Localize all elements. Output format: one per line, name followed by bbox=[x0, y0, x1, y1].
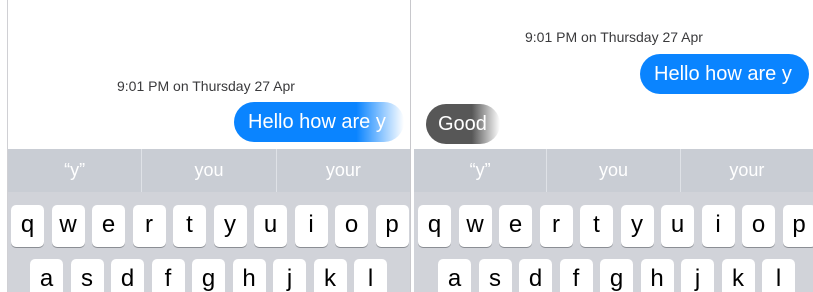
key-q[interactable]: q bbox=[418, 205, 451, 247]
key-q[interactable]: q bbox=[11, 205, 44, 247]
key-o[interactable]: o bbox=[742, 205, 775, 247]
predictive-text-bar: “y” you your bbox=[414, 149, 813, 192]
key-h[interactable]: h bbox=[640, 259, 674, 292]
key-p[interactable]: p bbox=[782, 205, 813, 247]
prediction-1[interactable]: “y” bbox=[8, 149, 143, 192]
key-o[interactable]: o bbox=[335, 205, 368, 247]
key-l[interactable]: l bbox=[762, 259, 795, 292]
key-i[interactable]: i bbox=[294, 205, 328, 247]
key-i[interactable]: i bbox=[701, 205, 735, 247]
prediction-3[interactable]: your bbox=[277, 149, 410, 192]
key-d[interactable]: d bbox=[111, 259, 144, 292]
key-a[interactable]: a bbox=[438, 259, 471, 292]
key-e[interactable]: e bbox=[92, 205, 125, 247]
key-w[interactable]: w bbox=[51, 205, 85, 247]
predictive-text-bar: “y” you your bbox=[8, 149, 410, 192]
message-timestamp: 9:01 PM on Thursday 27 Apr bbox=[525, 29, 703, 45]
key-f[interactable]: f bbox=[559, 259, 593, 292]
key-j[interactable]: j bbox=[681, 259, 714, 292]
key-t[interactable]: t bbox=[173, 205, 206, 247]
key-u[interactable]: u bbox=[254, 205, 287, 247]
key-g[interactable]: g bbox=[192, 259, 225, 292]
prediction-2[interactable]: you bbox=[142, 149, 277, 192]
prediction-3[interactable]: your bbox=[681, 149, 813, 192]
key-k[interactable]: k bbox=[313, 259, 347, 292]
key-e[interactable]: e bbox=[499, 205, 532, 247]
key-g[interactable]: g bbox=[600, 259, 633, 292]
key-d[interactable]: d bbox=[519, 259, 552, 292]
key-t[interactable]: t bbox=[580, 205, 613, 247]
key-h[interactable]: h bbox=[232, 259, 266, 292]
key-l[interactable]: l bbox=[354, 259, 387, 292]
keyboard: “y” you your qwertyuiop asdfghjkl bbox=[8, 149, 410, 292]
key-y[interactable]: y bbox=[620, 205, 654, 247]
key-f[interactable]: f bbox=[151, 259, 185, 292]
key-u[interactable]: u bbox=[661, 205, 694, 247]
key-w[interactable]: w bbox=[458, 205, 492, 247]
incoming-message-bubble[interactable]: Good bbox=[426, 104, 500, 144]
left-phone-screen: 9:01 PM on Thursday 27 Apr Hello how are… bbox=[8, 0, 410, 292]
outgoing-message-bubble[interactable]: Hello how are y bbox=[234, 102, 404, 142]
key-s[interactable]: s bbox=[478, 259, 512, 292]
key-j[interactable]: j bbox=[273, 259, 306, 292]
screen-edge bbox=[0, 0, 8, 292]
key-r[interactable]: r bbox=[132, 205, 166, 247]
key-y[interactable]: y bbox=[213, 205, 247, 247]
key-a[interactable]: a bbox=[30, 259, 63, 292]
outgoing-message-bubble[interactable]: Hello how are y bbox=[640, 54, 809, 94]
key-p[interactable]: p bbox=[375, 205, 409, 247]
keyboard: “y” you your qwertyuiop asdfghjkl bbox=[414, 149, 813, 292]
key-r[interactable]: r bbox=[539, 205, 573, 247]
prediction-1[interactable]: “y” bbox=[414, 149, 548, 192]
key-k[interactable]: k bbox=[721, 259, 755, 292]
message-timestamp: 9:01 PM on Thursday 27 Apr bbox=[117, 78, 295, 94]
right-phone-screen: 9:01 PM on Thursday 27 Apr Hello how are… bbox=[414, 0, 813, 292]
prediction-2[interactable]: you bbox=[547, 149, 681, 192]
key-s[interactable]: s bbox=[70, 259, 104, 292]
